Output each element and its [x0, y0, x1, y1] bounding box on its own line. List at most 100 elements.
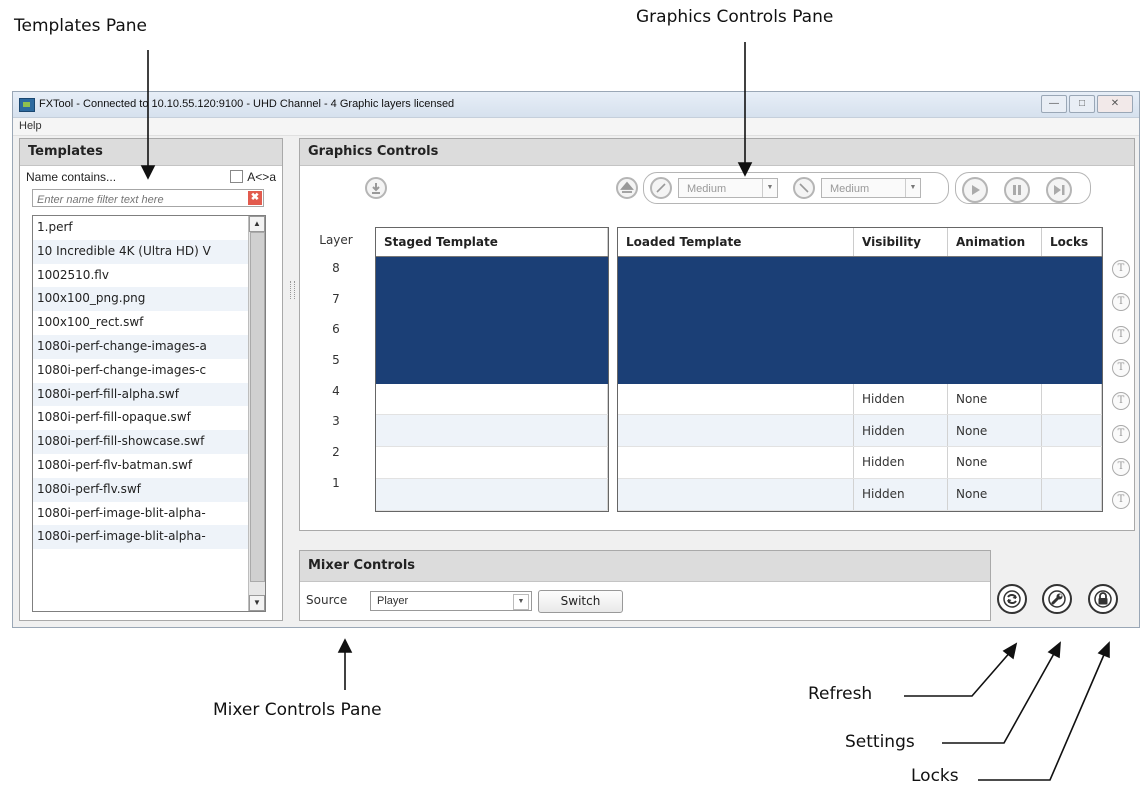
- text-icon[interactable]: T: [1112, 293, 1130, 311]
- templates-header: Templates: [20, 139, 282, 166]
- table-row[interactable]: Hidden None: [618, 446, 1102, 479]
- staged-cell[interactable]: [376, 256, 608, 289]
- refresh-icon: [1003, 590, 1021, 608]
- templates-pane: Templates Name contains... A<>a ✖ 1.perf…: [19, 138, 283, 621]
- graphics-controls-pane: Graphics Controls Medium ▼ Medium ▼ Laye…: [299, 138, 1135, 531]
- table-row[interactable]: [618, 256, 1102, 289]
- fxtool-window: FXTool - Connected to 10.10.55.120:9100 …: [12, 91, 1140, 628]
- list-item[interactable]: 10 Incredible 4K (Ultra HD) V: [33, 239, 265, 264]
- stage-download-button[interactable]: [365, 177, 387, 199]
- staged-cell[interactable]: [376, 478, 608, 511]
- list-item[interactable]: 1080i-perf-fill-alpha.swf: [33, 382, 265, 407]
- list-item[interactable]: 1080i-perf-change-images-c: [33, 359, 265, 383]
- animation-cell: None: [947, 478, 1042, 511]
- locks-button[interactable]: [1088, 584, 1118, 614]
- text-icon[interactable]: T: [1112, 326, 1130, 344]
- transition-in-button[interactable]: [650, 177, 672, 199]
- pane-splitter[interactable]: [290, 281, 295, 299]
- staged-cell[interactable]: [376, 319, 608, 353]
- table-row[interactable]: Hidden None: [618, 414, 1102, 448]
- list-item[interactable]: 1002510.flv: [33, 264, 265, 288]
- staged-cell[interactable]: [376, 351, 608, 384]
- staged-cell[interactable]: [376, 288, 608, 321]
- animation-cell: None: [947, 414, 1042, 448]
- staged-cell[interactable]: [376, 383, 608, 416]
- locks-callout-line: [978, 649, 1107, 781]
- visibility-cell: Hidden: [853, 383, 948, 416]
- table-row[interactable]: [618, 319, 1102, 353]
- visibility-cell: Hidden: [853, 478, 948, 511]
- eject-button[interactable]: [616, 177, 638, 199]
- locks-header: Locks: [1041, 228, 1102, 257]
- locks-cell: [1041, 351, 1102, 384]
- loaded-cell: [618, 446, 854, 479]
- refresh-callout-line: [904, 649, 1013, 697]
- layer-text-buttons: T T T T T T T T: [1112, 260, 1132, 524]
- staged-template-header: Staged Template: [376, 228, 608, 257]
- text-icon[interactable]: T: [1112, 392, 1130, 410]
- text-icon[interactable]: T: [1112, 359, 1130, 377]
- callout-templates-pane: Templates Pane: [14, 16, 147, 36]
- list-item[interactable]: 100x100_png.png: [33, 287, 265, 312]
- case-toggle[interactable]: A<>a: [230, 166, 276, 188]
- transition-out-button[interactable]: [793, 177, 815, 199]
- close-button[interactable]: ✕: [1097, 95, 1133, 113]
- mixer-controls-pane: Mixer Controls Source Player ▼ Switch: [299, 550, 991, 621]
- staged-cell[interactable]: [376, 414, 608, 448]
- scroll-up-icon[interactable]: ▲: [249, 216, 265, 232]
- list-item[interactable]: 1080i-perf-change-images-a: [33, 334, 265, 359]
- slash-icon: [656, 183, 666, 193]
- refresh-button[interactable]: [997, 584, 1027, 614]
- loaded-cell: [618, 319, 854, 353]
- list-item[interactable]: 1080i-perf-fill-showcase.swf: [33, 430, 265, 454]
- menu-help[interactable]: Help: [19, 120, 42, 132]
- clear-filter-icon[interactable]: ✖: [248, 191, 262, 205]
- scroll-down-icon[interactable]: ▼: [249, 595, 265, 611]
- callout-settings: Settings: [845, 732, 915, 752]
- template-list-scrollbar[interactable]: ▲ ▼: [248, 216, 265, 611]
- text-icon[interactable]: T: [1112, 458, 1130, 476]
- step-button[interactable]: [1046, 177, 1072, 203]
- layer-header: Layer: [319, 233, 353, 247]
- speed-in-select[interactable]: Medium ▼: [678, 178, 778, 198]
- text-icon[interactable]: T: [1112, 491, 1130, 509]
- list-item[interactable]: 1080i-perf-flv.swf: [33, 477, 265, 502]
- list-item[interactable]: 1.perf: [33, 216, 265, 240]
- pause-button[interactable]: [1004, 177, 1030, 203]
- visibility-cell: [853, 319, 948, 353]
- loaded-cell: [618, 478, 854, 511]
- list-item[interactable]: 100x100_rect.swf: [33, 311, 265, 335]
- minimize-button[interactable]: —: [1041, 95, 1067, 113]
- table-row[interactable]: [618, 288, 1102, 321]
- staged-cell[interactable]: [376, 446, 608, 479]
- scroll-thumb[interactable]: [250, 232, 265, 582]
- loaded-cell: [618, 383, 854, 416]
- animation-cell: [947, 319, 1042, 353]
- list-item[interactable]: 1080i-perf-image-blit-alpha-: [33, 502, 265, 526]
- template-list[interactable]: 1.perf 10 Incredible 4K (Ultra HD) V 100…: [32, 215, 266, 612]
- speed-in-value: Medium: [687, 183, 727, 195]
- eject-icon: [620, 181, 634, 193]
- template-filter-input[interactable]: [33, 192, 236, 208]
- switch-button[interactable]: Switch: [538, 590, 623, 613]
- table-row[interactable]: [618, 351, 1102, 384]
- play-button[interactable]: [962, 177, 988, 203]
- list-item[interactable]: 1080i-perf-fill-opaque.swf: [33, 406, 265, 430]
- layer-number: 5: [332, 353, 340, 368]
- maximize-button[interactable]: □: [1069, 95, 1095, 113]
- list-item[interactable]: 1080i-perf-image-blit-alpha-: [33, 525, 265, 550]
- callout-graphics-controls-pane: Graphics Controls Pane: [636, 7, 834, 27]
- text-icon[interactable]: T: [1112, 260, 1130, 278]
- locks-cell: [1041, 383, 1102, 416]
- text-icon[interactable]: T: [1112, 425, 1130, 443]
- table-row[interactable]: Hidden None: [618, 383, 1102, 416]
- table-row[interactable]: Hidden None: [618, 478, 1102, 511]
- animation-cell: None: [947, 446, 1042, 479]
- locks-cell: [1041, 446, 1102, 479]
- layer-number: 4: [332, 383, 340, 398]
- source-select[interactable]: Player ▼: [370, 591, 532, 611]
- layer-number: 6: [332, 322, 340, 337]
- settings-button[interactable]: [1042, 584, 1072, 614]
- list-item[interactable]: 1080i-perf-flv-batman.swf: [33, 454, 265, 478]
- speed-out-select[interactable]: Medium ▼: [821, 178, 921, 198]
